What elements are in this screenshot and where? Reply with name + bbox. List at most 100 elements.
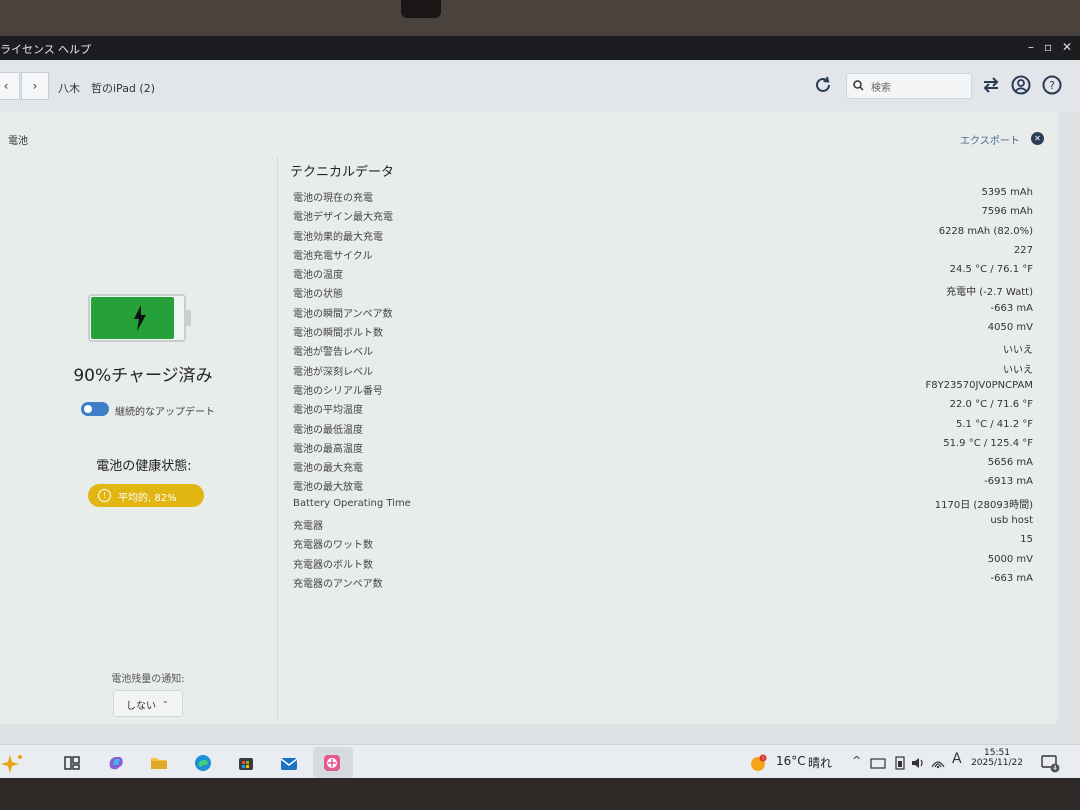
battery-panel: 電池 エクスポート ✕ 90%チャージ済み 継続的なアップデート 電池の健康状態… bbox=[0, 112, 1058, 724]
transfer-icon[interactable] bbox=[980, 74, 1002, 96]
row-value: 5656 mA bbox=[987, 457, 1033, 469]
table-row: 電池のシリアル番号 F8Y23570JV0PNCPAM bbox=[293, 379, 1033, 398]
imazing-icon[interactable] bbox=[322, 753, 342, 773]
row-label: 電池が深刻レベル bbox=[293, 366, 373, 378]
table-row: 電池の現在の充電 5395 mAh bbox=[293, 186, 1033, 205]
continuous-update-toggle[interactable] bbox=[81, 402, 109, 416]
health-label: 電池の健康状態: bbox=[96, 459, 192, 474]
help-icon[interactable]: ? bbox=[1041, 74, 1063, 96]
menu-bar: ライセンス ヘルプ – ▫ ✕ bbox=[0, 36, 1080, 60]
panel-divider bbox=[277, 157, 278, 722]
export-button[interactable]: エクスポート bbox=[960, 132, 1020, 147]
row-label: 電池のシリアル番号 bbox=[293, 385, 383, 397]
account-icon[interactable] bbox=[1010, 74, 1032, 96]
widgets-icon[interactable] bbox=[0, 753, 24, 773]
edge-icon[interactable] bbox=[193, 753, 213, 773]
chevron-down-icon: ⌄ bbox=[162, 696, 169, 705]
table-row: 電池の最低温度 5.1 °C / 41.2 °F bbox=[293, 418, 1033, 437]
close-window-button[interactable]: ✕ bbox=[1062, 40, 1072, 54]
row-label: 電池の現在の充電 bbox=[293, 193, 373, 204]
notification-icon[interactable]: 4 bbox=[1040, 753, 1060, 773]
row-value: 4050 mV bbox=[987, 322, 1033, 334]
row-label: 電池の最大充電 bbox=[293, 463, 363, 475]
section-title: 電池 bbox=[8, 136, 28, 147]
weather-condition[interactable]: 晴れ bbox=[808, 754, 832, 771]
minimize-button[interactable]: – bbox=[1028, 40, 1034, 54]
table-row: 電池が深刻レベル いいえ bbox=[293, 360, 1033, 379]
row-value: -6913 mA bbox=[984, 476, 1033, 488]
weather-icon[interactable]: ! bbox=[748, 753, 768, 773]
lightning-icon bbox=[134, 305, 146, 331]
maximize-button[interactable]: ▫ bbox=[1044, 40, 1052, 54]
keyboard-layout-icon[interactable] bbox=[870, 755, 886, 771]
device-name[interactable]: 八木 哲のiPad (2) bbox=[58, 80, 155, 96]
tray-chevron-up-icon[interactable]: ^ bbox=[852, 754, 861, 767]
search-box[interactable]: 検索 bbox=[846, 73, 972, 99]
svg-text:?: ? bbox=[1049, 79, 1055, 92]
table-row: 充電器のボルト数 5000 mV bbox=[293, 553, 1033, 572]
notify-select[interactable]: しない ⌄ bbox=[113, 690, 183, 717]
store-icon[interactable] bbox=[236, 753, 256, 773]
menu-help[interactable]: ヘルプ bbox=[58, 41, 91, 57]
volume-icon[interactable] bbox=[910, 755, 926, 771]
forward-button[interactable]: › bbox=[21, 72, 49, 100]
mail-icon[interactable] bbox=[279, 753, 299, 773]
table-row: 電池の最大放電 -6913 mA bbox=[293, 475, 1033, 494]
row-value: 6228 mAh (82.0%) bbox=[938, 225, 1033, 237]
technical-data-title: テクニカルデータ bbox=[290, 165, 395, 180]
back-button[interactable]: ‹ bbox=[0, 72, 20, 100]
health-badge-text: 平均的, 82% bbox=[118, 493, 177, 504]
refresh-icon[interactable] bbox=[812, 74, 834, 96]
svg-text:!: ! bbox=[762, 756, 764, 762]
toggle-knob bbox=[84, 405, 92, 413]
table-row: 充電器 usb host bbox=[293, 514, 1033, 533]
health-badge: ! 平均的, 82% bbox=[88, 484, 204, 507]
row-label: 電池の最高温度 bbox=[293, 443, 363, 455]
row-value: 充電中 (-2.7 Watt) bbox=[946, 287, 1033, 299]
table-row: 電池の温度 24.5 °C / 76.1 °F bbox=[293, 263, 1033, 282]
device-bezel-top bbox=[0, 0, 1080, 36]
table-row: 電池の瞬間ボルト数 4050 mV bbox=[293, 321, 1033, 340]
table-row: 電池の瞬間アンペア数 -663 mA bbox=[293, 302, 1033, 321]
row-value: 51.9 °C / 125.4 °F bbox=[943, 437, 1033, 449]
notify-value: しない bbox=[126, 701, 156, 712]
battery-tray-icon[interactable] bbox=[892, 755, 908, 771]
row-value: いいえ bbox=[1003, 364, 1033, 376]
row-label: 電池の瞬間アンペア数 bbox=[293, 308, 393, 320]
search-icon bbox=[853, 80, 864, 91]
row-label: 電池の平均温度 bbox=[293, 405, 363, 417]
warning-icon: ! bbox=[98, 489, 111, 502]
menu-license[interactable]: ライセンス bbox=[0, 41, 55, 57]
table-row: 電池充電サイクル 227 bbox=[293, 244, 1033, 263]
search-input[interactable]: 検索 bbox=[871, 79, 891, 94]
close-panel-button[interactable]: ✕ bbox=[1031, 132, 1044, 145]
row-value: 1170日 (28093時間) bbox=[934, 499, 1033, 511]
weather-temperature[interactable]: 16°C bbox=[776, 754, 806, 768]
table-row: 電池デザイン最大充電 7596 mAh bbox=[293, 205, 1033, 224]
copilot-icon[interactable] bbox=[106, 753, 126, 773]
device-bezel-bottom bbox=[0, 778, 1080, 810]
row-label: 充電器のワット数 bbox=[293, 540, 373, 552]
charge-status: 90%チャージ済み bbox=[73, 366, 213, 386]
notification-count: 4 bbox=[1053, 765, 1057, 772]
row-label: Battery Operating Time bbox=[293, 497, 411, 509]
row-value: 24.5 °C / 76.1 °F bbox=[949, 264, 1033, 276]
table-row: 充電器のアンペア数 -663 mA bbox=[293, 572, 1033, 591]
row-value: いいえ bbox=[1003, 345, 1033, 357]
wifi-icon[interactable] bbox=[930, 755, 946, 771]
task-view-icon[interactable] bbox=[62, 753, 82, 773]
row-value: -663 mA bbox=[990, 302, 1033, 314]
ime-indicator[interactable]: A bbox=[952, 751, 962, 767]
file-explorer-icon[interactable] bbox=[149, 753, 169, 773]
table-row: 電池の最高温度 51.9 °C / 125.4 °F bbox=[293, 437, 1033, 456]
row-value: 7596 mAh bbox=[981, 206, 1033, 218]
toolbar: ‹ › 八木 哲のiPad (2) 検索 ? bbox=[0, 60, 1080, 112]
row-value: 5.1 °C / 41.2 °F bbox=[956, 418, 1033, 430]
table-row: 電池の状態 充電中 (-2.7 Watt) bbox=[293, 282, 1033, 301]
battery-nub bbox=[186, 310, 191, 326]
notify-label: 電池残量の通知: bbox=[111, 674, 185, 685]
row-label: 充電器 bbox=[293, 521, 323, 533]
clock[interactable]: 15:51 2025/11/22 bbox=[970, 748, 1024, 768]
table-row: 充電器のワット数 15 bbox=[293, 533, 1033, 552]
continuous-update-label: 継続的なアップデート bbox=[115, 407, 215, 418]
